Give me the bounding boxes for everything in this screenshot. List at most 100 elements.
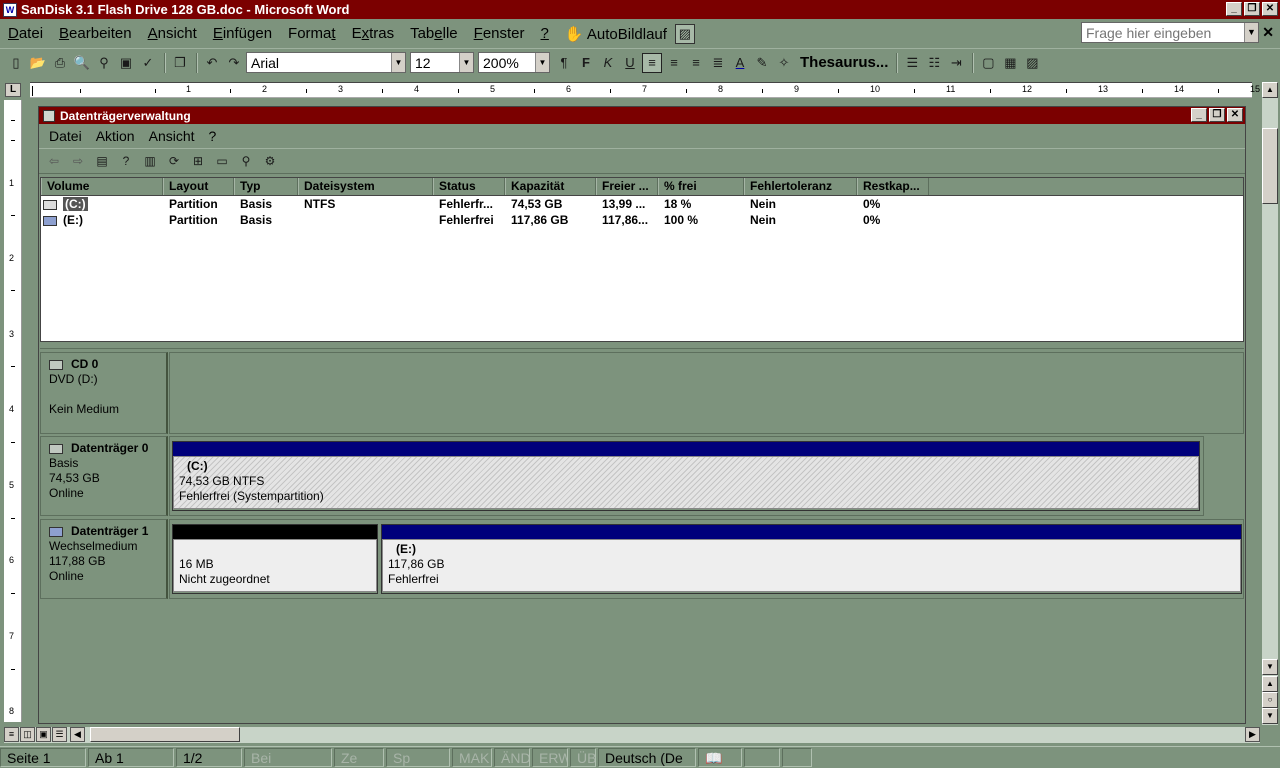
outline-view-icon[interactable]: ☰ <box>52 727 67 742</box>
zoom-select[interactable]: 200% ▼ <box>478 52 550 73</box>
col-dateisystem[interactable]: Dateisystem <box>298 178 433 195</box>
menu-fenster[interactable]: Fenster <box>466 25 533 42</box>
col-layout[interactable]: Layout <box>163 178 234 195</box>
menu-einfuegen[interactable]: Einfügen <box>205 25 280 42</box>
table-row[interactable]: (E:) Partition Basis Fehlerfrei 117,86 G… <box>41 212 1243 228</box>
scroll-left-icon[interactable]: ◀ <box>70 727 85 742</box>
numbered-list-icon[interactable]: ☰ <box>902 53 922 73</box>
settings-icon[interactable]: ⚙ <box>259 151 281 171</box>
align-center-icon[interactable]: ≡ <box>664 53 684 73</box>
minimize-button[interactable]: _ <box>1226 2 1242 16</box>
menu-datei[interactable]: Datei <box>0 25 51 42</box>
horizontal-scrollbar[interactable]: ≡ ◫ ▣ ☰ ◀ ▶ <box>4 727 1260 743</box>
pane-splitter[interactable] <box>40 343 1244 349</box>
insert-picture-icon[interactable]: ▨ <box>1022 53 1042 73</box>
rescan-icon[interactable]: ⊞ <box>187 151 209 171</box>
indent-icon[interactable]: ⇥ <box>946 53 966 73</box>
partition-e[interactable]: (E:) 117,86 GB Fehlerfrei <box>381 524 1242 594</box>
volume-list[interactable]: Volume Layout Typ Dateisystem Status Kap… <box>40 177 1244 342</box>
back-arrow-icon[interactable]: ⇦ <box>43 151 65 171</box>
col-prozent-frei[interactable]: % frei <box>658 178 744 195</box>
vertical-scroll-thumb[interactable] <box>1262 128 1278 204</box>
scroll-right-icon[interactable]: ▶ <box>1245 727 1260 742</box>
align-right-icon[interactable]: ≡ <box>686 53 706 73</box>
menu-bearbeiten[interactable]: Bearbeiten <box>51 25 140 42</box>
help-dropdown-arrow[interactable]: ▼ <box>1244 23 1258 42</box>
chevron-down-icon[interactable]: ▼ <box>535 53 549 72</box>
status-language[interactable]: Deutsch (De <box>598 748 696 767</box>
dm-close-button[interactable]: ✕ <box>1227 108 1243 122</box>
bold-button[interactable]: F <box>576 53 596 73</box>
help-search-input[interactable] <box>1081 22 1259 43</box>
vertical-ruler[interactable]: 1 2 3 4 5 6 7 8 <box>4 100 22 722</box>
col-freier[interactable]: Freier ... <box>596 178 658 195</box>
document-close-icon[interactable]: ✕ <box>1262 24 1274 41</box>
find-icon[interactable]: ⚲ <box>94 53 114 73</box>
font-name-select[interactable]: Arial ▼ <box>246 52 406 73</box>
pilcrow-icon[interactable]: ¶ <box>554 53 574 73</box>
table-icon[interactable]: ▦ <box>1000 53 1020 73</box>
disk-label-cd0[interactable]: CD 0 DVD (D:) Kein Medium <box>40 352 168 434</box>
save-icon[interactable]: ▣ <box>116 53 136 73</box>
spelling-status-icon[interactable]: 📖 <box>698 748 742 767</box>
unallocated-space[interactable]: 16 MB Nicht zugeordnet <box>172 524 378 594</box>
dm-restore-button[interactable]: ❐ <box>1209 108 1225 122</box>
menu-format[interactable]: Format <box>280 25 344 42</box>
print-preview-icon[interactable]: 🔍 <box>72 53 92 73</box>
disk-label-datentraeger-0[interactable]: Datenträger 0 Basis 74,53 GB Online <box>40 436 168 516</box>
previous-page-icon[interactable]: ▲ <box>1262 676 1278 692</box>
underline-button[interactable]: U <box>620 53 640 73</box>
scroll-down-icon[interactable]: ▼ <box>1262 659 1278 675</box>
menu-help[interactable]: ? <box>533 25 557 42</box>
forward-arrow-icon[interactable]: ⇨ <box>67 151 89 171</box>
status-erw[interactable]: ERW <box>532 748 568 767</box>
bullet-list-icon[interactable]: ☷ <box>924 53 944 73</box>
horizontal-scroll-thumb[interactable] <box>90 727 240 742</box>
close-button[interactable]: ✕ <box>1262 2 1278 16</box>
col-volume[interactable]: Volume <box>41 178 163 195</box>
font-color-icon[interactable]: A <box>730 53 750 73</box>
font-size-select[interactable]: 12 ▼ <box>410 52 474 73</box>
properties-icon[interactable]: ▥ <box>139 151 161 171</box>
table-row[interactable]: (C:) Partition Basis NTFS Fehlerfr... 74… <box>41 196 1243 212</box>
chevron-down-icon[interactable]: ▼ <box>459 53 473 72</box>
border-icon[interactable]: ▢ <box>978 53 998 73</box>
col-typ[interactable]: Typ <box>234 178 298 195</box>
menu-ansicht[interactable]: Ansicht <box>140 25 205 42</box>
dm-menu-datei[interactable]: Datei <box>42 128 89 144</box>
partition-c[interactable]: (C:) 74,53 GB NTFS Fehlerfrei (Systempar… <box>172 441 1200 511</box>
indent-marker[interactable] <box>32 86 33 96</box>
explore-icon[interactable]: ⚲ <box>235 151 257 171</box>
menu-tabelle[interactable]: Tabelle <box>402 25 466 42</box>
vertical-scrollbar[interactable]: ▲ ▼ ▲ ○ ▼ <box>1262 82 1278 725</box>
normal-view-icon[interactable]: ≡ <box>4 727 19 742</box>
tab-stop-selector[interactable]: L <box>5 83 21 97</box>
col-fehlertoleranz[interactable]: Fehlertoleranz <box>744 178 857 195</box>
align-left-icon[interactable]: ≡ <box>642 52 662 73</box>
disk-management-window[interactable]: Datenträgerverwaltung _ ❐ ✕ Datei Aktion… <box>38 106 1246 724</box>
menu-extras[interactable]: Extras <box>344 25 403 42</box>
spelling-icon[interactable]: ✓ <box>138 53 158 73</box>
print-layout-icon[interactable]: ▣ <box>36 727 51 742</box>
redo-icon[interactable]: ↷ <box>224 53 244 73</box>
web-layout-icon[interactable]: ◫ <box>20 727 35 742</box>
status-ueb[interactable]: ÜB <box>570 748 596 767</box>
status-aend[interactable]: ÄND <box>494 748 530 767</box>
status-mak[interactable]: MAK <box>452 748 492 767</box>
copy-icon[interactable]: ❐ <box>170 53 190 73</box>
col-restkap[interactable]: Restkap... <box>857 178 929 195</box>
restore-button[interactable]: ❐ <box>1244 2 1260 16</box>
picture-icon[interactable]: ▨ <box>674 23 695 44</box>
dm-minimize-button[interactable]: _ <box>1191 108 1207 122</box>
browse-object-icon[interactable]: ○ <box>1262 692 1278 708</box>
dm-menu-ansicht[interactable]: Ansicht <box>142 128 202 144</box>
help-icon[interactable]: ? <box>115 151 137 171</box>
open-folder-icon[interactable]: ▭ <box>211 151 233 171</box>
undo-icon[interactable]: ↶ <box>202 53 222 73</box>
chevron-down-icon[interactable]: ▼ <box>391 53 405 72</box>
italic-button[interactable]: K <box>598 53 618 73</box>
dm-menu-aktion[interactable]: Aktion <box>89 128 142 144</box>
word-app-icon[interactable]: W <box>3 2 17 17</box>
menu-autobildlauf[interactable]: ✋ AutoBildlauf <box>557 25 675 43</box>
dm-menu-help[interactable]: ? <box>202 128 224 144</box>
